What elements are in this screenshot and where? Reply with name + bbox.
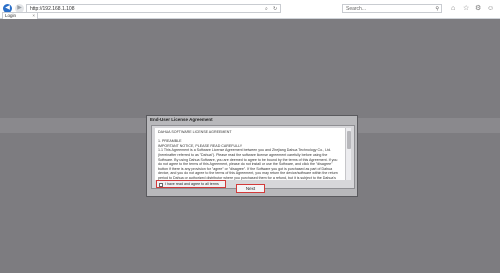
settings-icon[interactable]: ⚙: [475, 4, 481, 13]
eula-dialog: End-User License Agreement DAHUA SOFTWAR…: [146, 115, 358, 197]
smiley-icon[interactable]: ☺: [487, 4, 494, 13]
next-button[interactable]: Next: [236, 184, 265, 193]
address-bar[interactable]: http://192.168.1.108 ⌕ ↻: [26, 4, 281, 13]
search-placeholder: Search...: [346, 6, 367, 12]
address-url: 192.168.1.108: [42, 6, 75, 12]
dialog-body: DAHUA SOFTWARE LICENSE AGREEMENT 1. PREA…: [151, 125, 355, 189]
dialog-title: End-User License Agreement: [150, 117, 213, 122]
agree-label: I have read and agree to all terms: [165, 182, 219, 186]
license-text-area[interactable]: DAHUA SOFTWARE LICENSE AGREEMENT 1. PREA…: [155, 128, 345, 180]
agree-checkbox[interactable]: [159, 182, 163, 187]
search-input[interactable]: Search... ⚲: [342, 4, 442, 13]
tab-label: Login: [5, 13, 17, 18]
license-scrollbar[interactable]: [345, 128, 351, 180]
home-icon[interactable]: ⌂: [451, 4, 455, 13]
search-go-icon[interactable]: ⌕: [265, 5, 268, 13]
browser-toolbar: ◀ ▶ http://192.168.1.108 ⌕ ↻ Search... ⚲…: [0, 0, 500, 19]
refresh-icon[interactable]: ↻: [273, 5, 277, 13]
search-icon[interactable]: ⚲: [435, 5, 439, 13]
star-icon[interactable]: ☆: [463, 4, 469, 13]
page-background: End-User License Agreement DAHUA SOFTWAR…: [0, 19, 500, 273]
license-paragraph: 1.1 This Agreement is a Software License…: [158, 148, 338, 180]
scrollbar-thumb[interactable]: [347, 131, 351, 149]
tab-login[interactable]: Login ×: [2, 12, 38, 19]
agree-checkbox-row[interactable]: I have read and agree to all terms: [156, 180, 226, 188]
